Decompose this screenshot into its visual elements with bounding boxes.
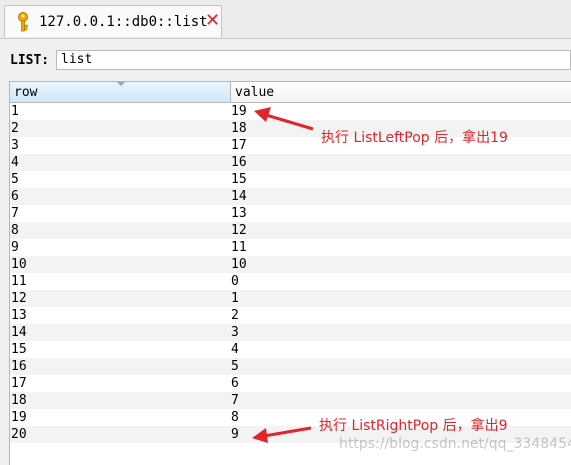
key-icon — [18, 12, 28, 32]
row-index-cell: 5 — [11, 172, 19, 187]
value-cell: 11 — [231, 240, 247, 255]
table-row[interactable]: 8 12 — [10, 222, 571, 239]
value-cell: 4 — [231, 342, 239, 357]
value-cell: 5 — [231, 359, 239, 374]
annotation-right-pop: 执行 ListRightPop 后，拿出9 — [319, 418, 508, 434]
column-header-row[interactable]: row — [10, 82, 231, 103]
table-row[interactable]: 11 0 — [10, 273, 571, 290]
value-cell: 9 — [231, 427, 239, 442]
row-index-cell: 8 — [11, 223, 19, 238]
list-name-row: LIST: list — [10, 50, 571, 72]
close-icon[interactable]: ✕ — [205, 12, 220, 30]
list-name-field[interactable]: list — [56, 50, 571, 70]
table-row[interactable]: 12 1 — [10, 290, 571, 307]
column-header-value[interactable]: value — [231, 82, 571, 103]
annotation-left-pop: 执行 ListLeftPop 后，拿出19 — [321, 130, 508, 146]
value-cell: 12 — [231, 223, 247, 238]
table-body: 1 19 2 18 3 17 4 16 5 15 6 14 7 13 8 12 9 11 10 10 11 0 12 1 13 2… — [10, 103, 571, 443]
row-index-cell: 4 — [11, 155, 19, 170]
table-row[interactable]: 1 19 — [10, 103, 571, 120]
row-index-cell: 11 — [11, 274, 27, 289]
row-index-cell: 12 — [11, 291, 27, 306]
value-cell: 15 — [231, 172, 247, 187]
row-index-cell: 17 — [11, 376, 27, 391]
list-name-label: LIST: — [10, 53, 50, 68]
row-index-cell: 18 — [11, 393, 27, 408]
value-cell: 13 — [231, 206, 247, 221]
table-row[interactable]: 4 16 — [10, 154, 571, 171]
row-index-cell: 7 — [11, 206, 19, 221]
table-row[interactable]: 6 14 — [10, 188, 571, 205]
value-cell: 18 — [231, 121, 247, 136]
table-row[interactable]: 10 10 — [10, 256, 571, 273]
value-cell: 1 — [231, 291, 239, 306]
watermark: https://blog.csdn.net/qq_33484542 — [339, 436, 571, 452]
column-header-row-label: row — [14, 85, 38, 100]
row-index-cell: 1 — [11, 104, 19, 119]
table-row[interactable]: 13 2 — [10, 307, 571, 324]
row-index-cell: 16 — [11, 359, 27, 374]
value-cell: 14 — [231, 189, 247, 204]
row-index-cell: 10 — [11, 257, 27, 272]
row-index-cell: 15 — [11, 342, 27, 357]
table-row[interactable]: 5 15 — [10, 171, 571, 188]
table-header: row value — [10, 82, 571, 103]
value-cell: 7 — [231, 393, 239, 408]
value-cell: 8 — [231, 410, 239, 425]
table-row[interactable]: 16 5 — [10, 358, 571, 375]
tab-bar: 127.0.0.1::db0::list ✕ — [0, 0, 571, 39]
value-cell: 3 — [231, 325, 239, 340]
table-row[interactable]: 14 3 — [10, 324, 571, 341]
row-index-cell: 13 — [11, 308, 27, 323]
tab-db0-list[interactable]: 127.0.0.1::db0::list ✕ — [4, 5, 222, 37]
tab-title: 127.0.0.1::db0::list — [39, 14, 208, 30]
value-cell: 2 — [231, 308, 239, 323]
row-index-cell: 9 — [11, 240, 19, 255]
table-row[interactable]: 7 13 — [10, 205, 571, 222]
table-row[interactable]: 15 4 — [10, 341, 571, 358]
value-cell: 6 — [231, 376, 239, 391]
row-index-cell: 2 — [11, 121, 19, 136]
row-index-cell: 3 — [11, 138, 19, 153]
column-header-value-label: value — [235, 85, 275, 100]
sort-icon — [117, 82, 125, 86]
value-cell: 19 — [231, 104, 247, 119]
table-row[interactable]: 9 11 — [10, 239, 571, 256]
value-cell: 10 — [231, 257, 247, 272]
row-index-cell: 20 — [11, 427, 27, 442]
row-index-cell: 6 — [11, 189, 19, 204]
row-index-cell: 19 — [11, 410, 27, 425]
table-row[interactable]: 17 6 — [10, 375, 571, 392]
value-cell: 16 — [231, 155, 247, 170]
value-cell: 0 — [231, 274, 239, 289]
row-index-cell: 14 — [11, 325, 27, 340]
table-row[interactable]: 18 7 — [10, 392, 571, 409]
value-cell: 17 — [231, 138, 247, 153]
